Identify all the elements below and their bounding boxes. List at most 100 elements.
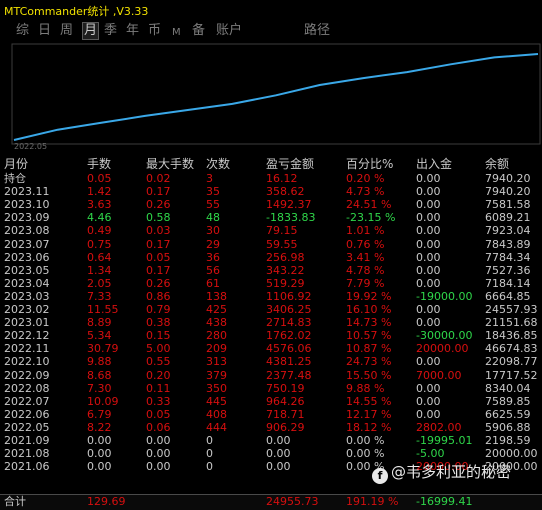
cell-count: 138 [206,289,227,303]
cell-percent: 7.79 % [346,276,385,290]
cell-month: 2023.01 [4,316,50,330]
col-deposit-header[interactable]: 出入金 [416,157,452,172]
cell-month: 2022.08 [4,381,50,395]
cell-count: 445 [206,394,227,408]
cell-month: 2023.02 [4,303,50,316]
cell-lots: 0.00 [87,460,112,474]
cell-balance: 21151.68 [485,316,538,330]
cell-max-lots: 0.11 [146,381,171,395]
cell-deposit: 0.00 [416,237,441,251]
tab-5[interactable]: 年 [126,23,139,39]
cell-month: 2022.11 [4,342,50,356]
tab-9[interactable]: 账户 [216,23,242,39]
table-row[interactable]: 2022.05 8.22 0.06 444 906.29 18.12 % 2802.00 59… [0,421,542,434]
cell-lots: 0.75 [87,237,112,251]
cell-pnl: 59.55 [266,237,298,251]
table-row[interactable]: 2023.04 2.05 0.26 61 519.29 7.79 % 0.00 7184.14 [0,277,542,290]
cell-lots: 30.79 [87,342,119,356]
cell-percent: 0.00 % [346,447,385,461]
cell-balance: 17717.52 [485,368,538,382]
cell-month: 2023.05 [4,263,50,277]
col-pnl-header[interactable]: 盈亏金额 [266,157,314,172]
table-header: 月份 手数 最大手数 次数 盈亏金额 百分比% 出入金 余额 [0,157,542,172]
cell-balance: 24557.93 [485,303,538,316]
cell-percent: 15.50 % [346,368,392,382]
title-bar: MTCommander统计 ,V3.33 [0,0,542,20]
cell-percent: 0.20 % [346,172,385,185]
col-month-header[interactable]: 月份 [4,157,28,172]
table-row[interactable]: 2023.07 0.75 0.17 29 59.55 0.76 % 0.00 7843.89 [0,238,542,251]
cell-deposit: 20000.00 [416,342,469,356]
cell-max-lots: 0.55 [146,355,171,369]
cell-lots: 0.64 [87,250,112,264]
table-row[interactable]: 2023.01 8.89 0.38 438 2714.83 14.73 % 0.00 2115… [0,316,542,329]
col-percent-header[interactable]: 百分比% [346,157,393,172]
tab-10[interactable]: 路径 [304,23,330,39]
cell-max-lots: 0.26 [146,276,171,290]
col-max-lots-header[interactable]: 最大手数 [146,157,194,172]
cell-pnl: 4576.06 [266,342,312,356]
table-row[interactable]: 2022.10 9.88 0.55 313 4381.25 24.73 % 0.00 2209… [0,355,542,368]
cell-deposit: 2802.00 [416,420,462,434]
cell-balance: 7923.04 [485,224,531,238]
cell-count: 408 [206,407,227,421]
cell-pnl: 0.00 [266,434,291,447]
tab-1[interactable]: 日 [38,23,51,39]
col-lots-header[interactable]: 手数 [87,157,111,172]
table-row[interactable]: 2023.02 11.55 0.79 425 3406.25 16.10 % 0.00 245… [0,303,542,316]
table-row[interactable]: 2022.08 7.30 0.11 350 750.19 9.88 % 0.00 8340.0… [0,382,542,395]
cell-pnl: 16.12 [266,172,298,185]
cell-balance: 6625.59 [485,407,531,421]
tab-4[interactable]: 季 [104,23,117,39]
cell-lots: 0.00 [87,434,112,447]
cell-count: 29 [206,237,220,251]
cell-percent: 4.78 % [346,263,385,277]
cell-deposit: -19995.01 [416,434,473,447]
table-row[interactable]: 2023.03 7.33 0.86 138 1106.92 19.92 % -19000.0… [0,290,542,303]
cell-count: 56 [206,263,220,277]
table-row[interactable]: 2023.11 1.42 0.17 35 358.62 4.73 % 0.00 7940.20 [0,185,542,198]
cell-count: 280 [206,329,227,343]
table-row[interactable]: 2023.10 3.63 0.26 55 1492.37 24.51 % 0.00 7581.… [0,198,542,211]
cell-max-lots: 0.38 [146,316,171,330]
cell-lots: 8.22 [87,420,112,434]
table-row[interactable]: 持仓 0.05 0.02 3 16.12 0.20 % 0.00 7940.20 [0,172,542,185]
cell-pnl: 343.22 [266,263,305,277]
cell-lots: 3.63 [87,198,112,212]
cell-month: 2023.03 [4,289,50,303]
cell-deposit: 0.00 [416,198,441,212]
col-balance-header[interactable]: 余额 [485,157,509,172]
col-count-header[interactable]: 次数 [206,157,230,172]
table-row[interactable]: 2022.12 5.34 0.15 280 1762.02 10.57 % -30000.0… [0,329,542,342]
cell-count: 313 [206,355,227,369]
tab-3[interactable]: 月 [82,22,100,40]
cell-deposit: -5.00 [416,447,445,461]
cell-lots: 6.79 [87,407,112,421]
footer-total-deposit: -16999.41 [416,495,473,508]
cell-month: 2023.09 [4,211,50,225]
table-row[interactable]: 2022.07 10.09 0.33 445 964.26 14.55 % 0.00 7589… [0,395,542,408]
tab-6[interactable]: 币 [148,23,161,39]
tab-0[interactable]: 综 [16,23,29,39]
table-row[interactable]: 2023.06 0.64 0.05 36 256.98 3.41 % 0.00 7784.34 [0,251,542,264]
cell-balance: 7527.36 [485,263,531,277]
table-row[interactable]: 2021.08 0.00 0.00 0 0.00 0.00 % -5.00 20000.00 [0,447,542,460]
tab-2[interactable]: 周 [60,23,73,39]
table-row[interactable]: 2022.06 6.79 0.05 408 718.71 12.17 % 0.00 6625.… [0,408,542,421]
cell-lots: 11.55 [87,303,119,316]
cell-pnl: 4381.25 [266,355,312,369]
tab-7[interactable]: M [172,25,181,41]
cell-count: 438 [206,316,227,330]
table-row[interactable]: 2023.08 0.49 0.03 30 79.15 1.01 % 0.00 7923.04 [0,224,542,237]
table-row[interactable]: 2022.09 8.68 0.20 379 2377.48 15.50 % 7000.00 1… [0,369,542,382]
tab-8[interactable]: 备 [192,23,205,39]
cell-count: 379 [206,368,227,382]
cell-percent: 19.92 % [346,289,392,303]
table-row[interactable]: 2021.09 0.00 0.00 0 0.00 0.00 % -19995.01 2198.… [0,434,542,447]
table-row[interactable]: 2023.09 4.46 0.58 48 -1833.83 -23.15 % 0.00 608… [0,211,542,224]
cell-count: 0 [206,434,213,447]
cell-month: 2022.12 [4,329,50,343]
equity-line [13,53,539,141]
table-row[interactable]: 2023.05 1.34 0.17 56 343.22 4.78 % 0.00 7527.36 [0,264,542,277]
table-row[interactable]: 2022.11 30.79 5.00 209 4576.06 10.87 % 20000.0… [0,342,542,355]
